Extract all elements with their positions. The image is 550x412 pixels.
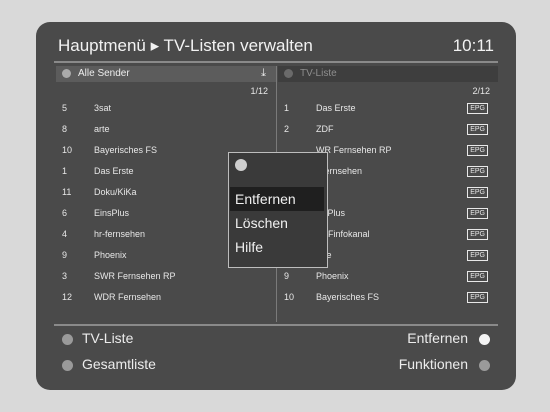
menu-item-loeschen[interactable]: Löschen bbox=[235, 215, 288, 231]
channel-number: 9 bbox=[284, 271, 290, 281]
context-menu: Entfernen Löschen Hilfe bbox=[228, 152, 328, 268]
channel-number: 12 bbox=[62, 292, 73, 302]
grey-button-icon bbox=[479, 360, 490, 371]
channel-name: Phoenix bbox=[316, 271, 349, 281]
panel-header-label: Alle Sender bbox=[78, 68, 130, 79]
footer-divider bbox=[54, 324, 498, 326]
epg-badge: EPG bbox=[467, 208, 488, 219]
channel-number: 2 bbox=[284, 124, 290, 134]
page-title: Hauptmenü ▸ TV-Listen verwalten bbox=[58, 36, 313, 55]
channel-number: 6 bbox=[62, 208, 68, 218]
epg-badge: EPG bbox=[467, 124, 488, 135]
download-icon: ⤓ bbox=[261, 67, 266, 79]
grey-button-icon bbox=[62, 334, 73, 345]
channel-number: 8 bbox=[62, 124, 68, 134]
channel-name: Bayerisches FS bbox=[316, 292, 380, 302]
channel-number: 5 bbox=[62, 103, 68, 113]
list-item[interactable]: 8 arte bbox=[56, 119, 276, 140]
list-item[interactable]: 5 3sat bbox=[56, 98, 276, 119]
list-item[interactable]: 12 WDR Fernsehen bbox=[56, 287, 276, 308]
channel-name: ZDF bbox=[316, 124, 334, 134]
epg-badge: EPG bbox=[467, 250, 488, 261]
channel-name: hr-fernsehen bbox=[94, 229, 146, 239]
header: Hauptmenü ▸ TV-Listen verwalten 10:11 bbox=[36, 22, 516, 62]
tv-screen: Hauptmenü ▸ TV-Listen verwalten 10:11 Al… bbox=[36, 22, 516, 390]
channel-number: 1 bbox=[284, 103, 290, 113]
channel-name: 3sat bbox=[94, 103, 112, 113]
menu-item-hilfe[interactable]: Hilfe bbox=[235, 239, 263, 255]
channel-name: EinsPlus bbox=[94, 208, 130, 218]
epg-badge: EPG bbox=[467, 292, 488, 303]
channel-name: Doku/KiKa bbox=[94, 187, 137, 197]
epg-badge: EPG bbox=[467, 271, 488, 282]
channel-number: 11 bbox=[62, 187, 72, 197]
panel-header: TV-Liste bbox=[278, 66, 498, 82]
list-item[interactable]: 10 Bayerisches FS EPG bbox=[278, 287, 498, 308]
epg-badge: EPG bbox=[467, 145, 488, 156]
channel-name: Bayerisches FS bbox=[94, 145, 158, 155]
header-divider bbox=[54, 61, 498, 63]
channel-number: 3 bbox=[62, 271, 68, 281]
menu-item-entfernen[interactable]: Entfernen bbox=[235, 191, 296, 207]
footer-funktionen[interactable]: Funktionen bbox=[399, 356, 468, 372]
white-button-icon bbox=[479, 334, 490, 345]
epg-badge: EPG bbox=[467, 166, 488, 177]
channel-number: 4 bbox=[62, 229, 68, 239]
channel-number: 1 bbox=[62, 166, 68, 176]
list-item[interactable]: 3 SWR Fernsehen RP bbox=[56, 266, 276, 287]
list-item[interactable]: 9 Phoenix EPG bbox=[278, 266, 498, 287]
footer-tv-liste[interactable]: TV-Liste bbox=[82, 330, 133, 346]
channel-name: arte bbox=[94, 124, 110, 134]
list-item[interactable]: 1 Das Erste EPG bbox=[278, 98, 498, 119]
channel-name: SWR Fernsehen RP bbox=[94, 271, 176, 281]
footer-gesamtliste[interactable]: Gesamtliste bbox=[82, 356, 156, 372]
channel-number: 9 bbox=[62, 250, 68, 260]
channel-name: Das Erste bbox=[94, 166, 134, 176]
panel-header-label: TV-Liste bbox=[300, 68, 337, 79]
bullet-icon bbox=[284, 69, 293, 78]
page-indicator: 2/12 bbox=[472, 86, 490, 96]
page-indicator: 1/12 bbox=[250, 86, 268, 96]
channel-number: 10 bbox=[284, 292, 295, 302]
list-item[interactable]: 2 ZDF EPG bbox=[278, 119, 498, 140]
channel-number: 10 bbox=[62, 145, 73, 155]
bullet-icon bbox=[62, 69, 71, 78]
footer-entfernen[interactable]: Entfernen bbox=[407, 330, 468, 346]
grey-button-icon bbox=[62, 360, 73, 371]
epg-badge: EPG bbox=[467, 229, 488, 240]
channel-name: Das Erste bbox=[316, 103, 356, 113]
panel-header: Alle Sender ⤓ bbox=[56, 66, 276, 82]
clock: 10:11 bbox=[452, 36, 494, 55]
bullet-icon bbox=[235, 159, 247, 171]
epg-badge: EPG bbox=[467, 187, 488, 198]
channel-name: WDR Fernsehen bbox=[94, 292, 162, 302]
channel-name: Phoenix bbox=[94, 250, 127, 260]
epg-badge: EPG bbox=[467, 103, 488, 114]
